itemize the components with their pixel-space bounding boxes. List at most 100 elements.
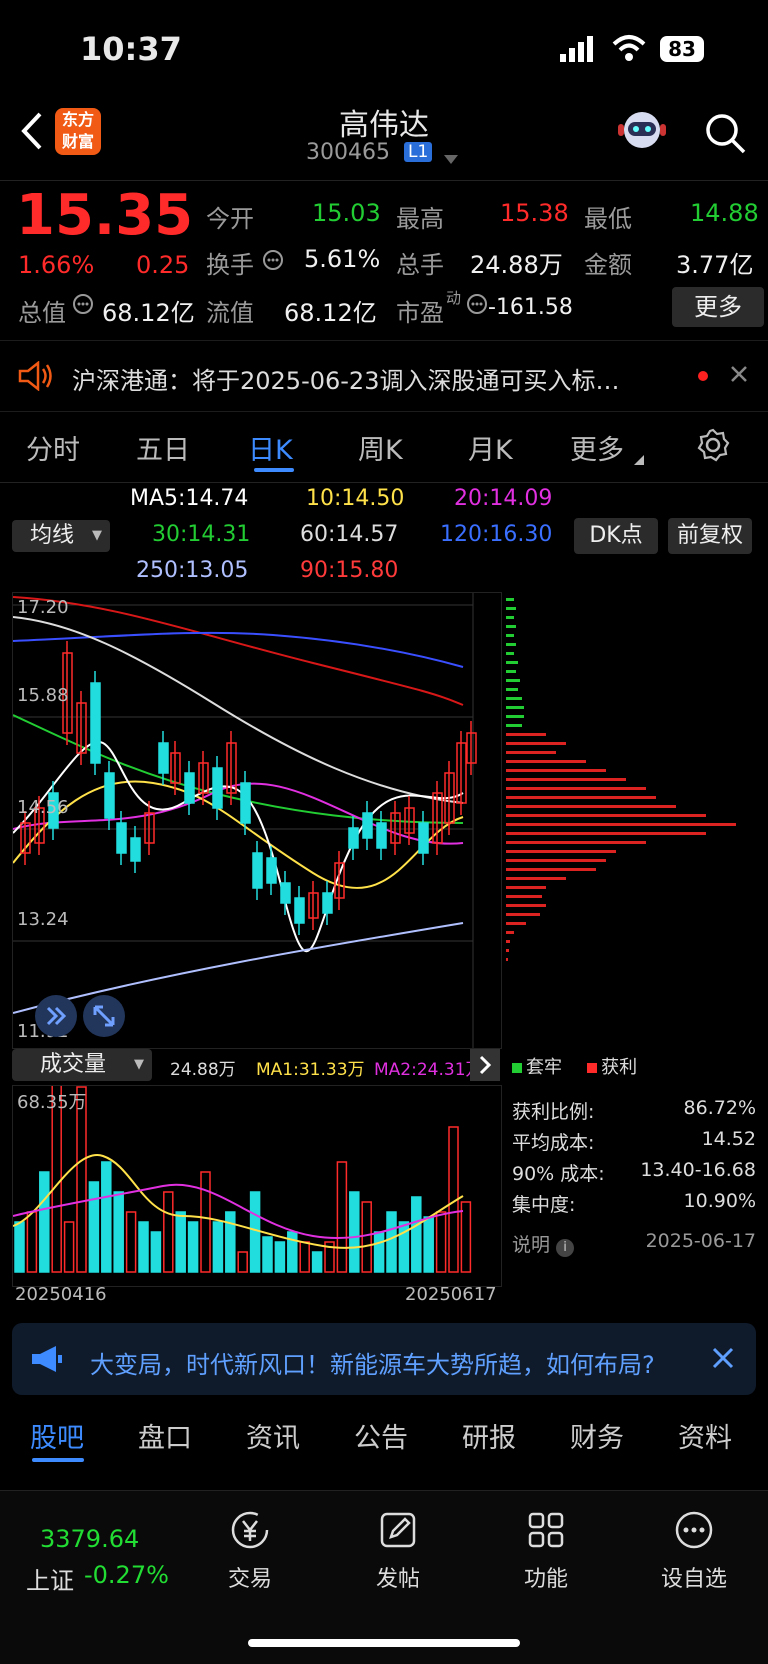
chip-bar xyxy=(506,670,516,673)
tab-intraday[interactable]: 分时 xyxy=(26,428,80,467)
index-name[interactable]: 上证 xyxy=(26,1561,74,1596)
chip-note[interactable]: 说明 i 2025-06-17 xyxy=(512,1230,756,1257)
chip-bar xyxy=(506,886,546,889)
mktcap-label: 总值 xyxy=(18,299,66,327)
trapped-label: 套牢 xyxy=(526,1057,562,1078)
expand-icon[interactable] xyxy=(35,995,77,1037)
info-icon[interactable] xyxy=(72,293,94,319)
dk-point-button[interactable]: DK点 xyxy=(574,518,658,554)
volume-bar xyxy=(423,1216,434,1273)
close-icon[interactable] xyxy=(730,365,748,387)
kline-chart[interactable]: 17.20 15.88 14.56 13.24 11.92 xyxy=(12,592,502,1049)
volume-bar xyxy=(262,1236,273,1273)
candle-body xyxy=(252,852,263,889)
ma-curve xyxy=(12,631,464,668)
volume-chart[interactable]: 68.35万 20250416 20250617 xyxy=(12,1076,502,1305)
volume-selector[interactable]: 成交量 ▼ xyxy=(12,1049,152,1081)
volume-bar xyxy=(225,1211,236,1273)
dropdown-icon[interactable] xyxy=(444,150,458,169)
volume-bar xyxy=(435,1211,447,1273)
yen-icon xyxy=(200,1509,300,1555)
settings-icon[interactable] xyxy=(696,428,730,466)
profit-label: 获利 xyxy=(601,1057,638,1078)
volume-bar xyxy=(249,1191,261,1273)
candle-body xyxy=(104,772,115,819)
tab-more[interactable]: 更多 xyxy=(570,428,624,467)
tab-5day[interactable]: 五日 xyxy=(136,428,190,467)
search-icon[interactable] xyxy=(704,112,746,158)
y-tick: 14.56 xyxy=(17,797,69,818)
close-icon[interactable] xyxy=(712,1347,734,1373)
amount-label: 金额 xyxy=(584,251,632,279)
tab-news[interactable]: 资讯 xyxy=(246,1416,300,1455)
chip-bar xyxy=(506,616,514,619)
tab-forum[interactable]: 股吧 xyxy=(30,1416,84,1455)
change-percent: 1.66% xyxy=(18,251,95,279)
chip-bar xyxy=(506,958,508,961)
chip-row-value: 14.52 xyxy=(701,1128,756,1150)
index-change[interactable]: -0.27% xyxy=(84,1561,169,1589)
chip-bar xyxy=(506,850,616,853)
speaker-icon xyxy=(18,360,54,395)
candle-body xyxy=(294,897,305,924)
adjust-price-button[interactable]: 前复权 xyxy=(668,518,752,554)
tab-profile[interactable]: 资料 xyxy=(678,1416,732,1455)
volume-header: 成交量 ▼ 24.88万 MA1:31.33万 MA2:24.31万 xyxy=(12,1049,500,1085)
volume-bar xyxy=(200,1171,211,1273)
chip-bar xyxy=(506,688,518,691)
ma30-value: 30:14.31 xyxy=(152,522,251,547)
volume-bar xyxy=(361,1201,372,1273)
volume-bar xyxy=(39,1171,50,1273)
chip-bar xyxy=(506,796,656,799)
chevron-down-icon: ▼ xyxy=(134,1057,144,1072)
nav-watchlist[interactable]: 设自选 xyxy=(644,1509,744,1593)
robot-assistant-icon[interactable] xyxy=(618,108,666,158)
float-value: 68.12亿 xyxy=(284,299,377,327)
chip-row-label: 90% 成本: xyxy=(512,1163,605,1185)
tab-weekly-k[interactable]: 周K xyxy=(358,428,403,467)
nav-watchlist-label: 设自选 xyxy=(660,1567,727,1592)
chevron-right-icon[interactable] xyxy=(470,1049,500,1081)
chip-bar xyxy=(506,742,566,745)
chip-bar xyxy=(506,913,540,916)
chip-bar xyxy=(506,940,510,943)
quote-panel: 15.35 1.66% 0.25 今开 15.03 最高 15.38 最低 14… xyxy=(0,180,768,341)
tab-research[interactable]: 研报 xyxy=(462,1416,516,1455)
tab-announcements[interactable]: 公告 xyxy=(354,1416,408,1455)
volume-max-label: 68.35万 xyxy=(17,1092,87,1113)
chip-legend: 套牢 获利 xyxy=(512,1053,762,1079)
megaphone-icon xyxy=(30,1345,66,1377)
volume-selector-label: 成交量 xyxy=(40,1052,107,1077)
nav-functions[interactable]: 功能 xyxy=(496,1509,596,1593)
index-value[interactable]: 3379.64 xyxy=(40,1525,139,1553)
ma-curve xyxy=(12,922,464,1014)
tab-monthly-k[interactable]: 月K xyxy=(468,428,513,467)
ma60-value: 60:14.57 xyxy=(300,522,399,547)
info-icon[interactable] xyxy=(466,293,488,319)
chip-bar xyxy=(506,823,736,826)
level-badge: L1 xyxy=(404,142,433,162)
tab-daily-k[interactable]: 日K xyxy=(248,428,293,467)
more-button[interactable]: 更多 xyxy=(672,287,764,327)
info-icon[interactable] xyxy=(262,249,284,275)
tab-handicap[interactable]: 盘口 xyxy=(138,1416,192,1455)
chip-date: 2025-06-17 xyxy=(645,1230,756,1252)
amount-value: 3.77亿 xyxy=(676,251,754,279)
stock-header: 东方 财富 高伟达 300465 L1 xyxy=(0,100,768,180)
candle-body xyxy=(184,772,195,804)
fullscreen-icon[interactable] xyxy=(83,995,125,1037)
volume-bar xyxy=(336,1161,348,1273)
chip-distribution xyxy=(506,592,768,1047)
chip-bar xyxy=(506,832,706,835)
nav-trade[interactable]: 交易 xyxy=(200,1509,300,1593)
change-amount: 0.25 xyxy=(136,251,190,279)
chip-bar xyxy=(506,922,526,925)
notice-bar[interactable]: 沪深港通：将于2025-06-23调入深股通可买入标… xyxy=(0,340,768,412)
ma-selector[interactable]: 均线 ▼ xyxy=(12,520,110,552)
ad-banner[interactable]: 大变局，时代新风口！新能源车大势所趋，如何布局? xyxy=(12,1323,756,1395)
more-dots-icon xyxy=(644,1509,744,1555)
nav-post[interactable]: 发帖 xyxy=(348,1509,448,1593)
tab-finance[interactable]: 财务 xyxy=(570,1416,624,1455)
chip-bar xyxy=(506,931,514,934)
ma-selector-label: 均线 xyxy=(30,523,75,548)
